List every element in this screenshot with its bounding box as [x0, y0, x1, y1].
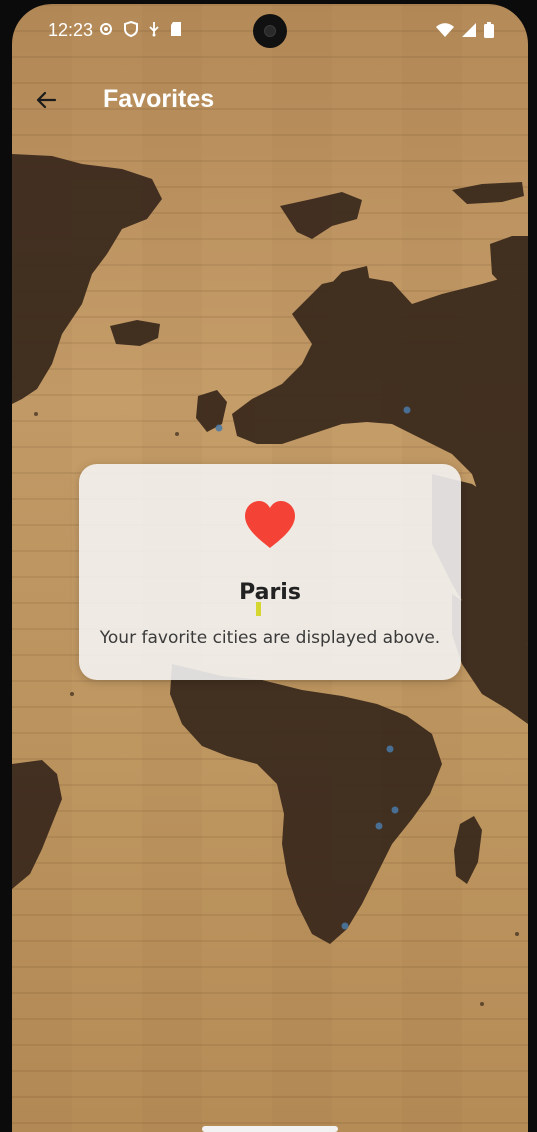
camera-lens: [264, 25, 276, 37]
phone-frame: 12:23 Favorites Paris Your favorite citi…: [0, 0, 537, 1132]
island-shape-1: [110, 320, 160, 346]
heart-icon: [245, 501, 295, 548]
uk-shape: [196, 390, 227, 432]
card-message: Your favorite cities are displayed above…: [99, 628, 441, 648]
city-name: Paris: [239, 580, 301, 605]
madagascar-shape: [454, 816, 482, 884]
arrow-left-icon: [36, 91, 57, 109]
shield-icon: [124, 21, 138, 37]
africa-shape: [170, 664, 442, 944]
status-icons-right: [436, 22, 494, 38]
signal-icon: [462, 23, 476, 37]
island-shape-2: [452, 182, 524, 204]
usb-icon: [149, 22, 159, 37]
home-indicator[interactable]: [202, 1126, 338, 1132]
favorite-city-card[interactable]: Paris Your favorite cities are displayed…: [79, 464, 461, 680]
front-camera: [253, 14, 287, 48]
page-title: Favorites: [103, 85, 215, 113]
app-bar: Favorites: [12, 66, 528, 130]
back-button[interactable]: [26, 80, 66, 120]
greenland-shape: [280, 192, 362, 239]
south-america-shape: [12, 760, 62, 889]
north-america-shape: [12, 154, 162, 404]
battery-icon: [484, 22, 494, 38]
status-bar: 12:23: [12, 4, 528, 60]
text-cursor: [256, 602, 261, 616]
status-time: 12:23: [48, 20, 94, 40]
app-screen: 12:23 Favorites Paris Your favorite citi…: [12, 4, 528, 1132]
gear-icon: [100, 23, 112, 35]
status-icons-left: [98, 21, 182, 37]
wifi-icon: [436, 23, 454, 37]
sd-card-icon: [171, 22, 181, 36]
